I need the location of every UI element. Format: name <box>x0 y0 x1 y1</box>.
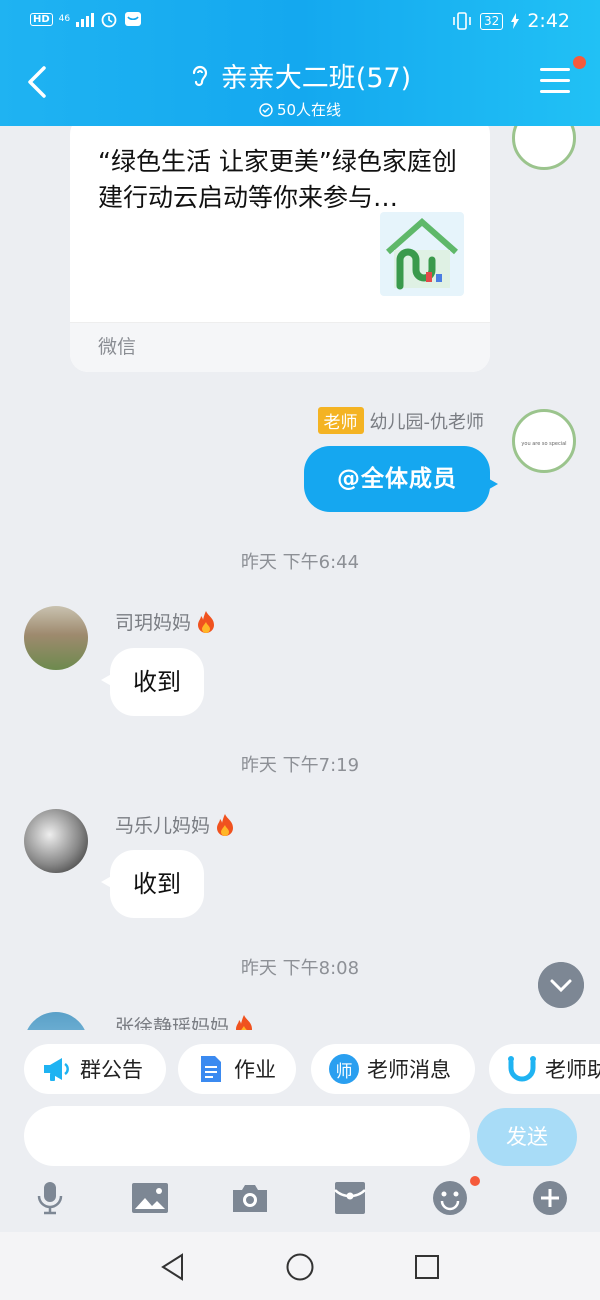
flame-icon <box>198 610 215 633</box>
teacher-assistant-button[interactable]: 老师助 <box>489 1044 600 1094</box>
card-title: “绿色生活 让家更美”绿色家庭创建行动云启动等你来参与… <box>98 147 457 212</box>
member-avatar[interactable] <box>24 809 88 873</box>
sender-name[interactable]: 幼儿园-仇老师 <box>370 408 485 434</box>
timestamp: 昨天 下午8:08 <box>240 958 360 979</box>
clock: 2:42 <box>527 10 570 32</box>
camera-icon[interactable] <box>230 1178 270 1218</box>
input-toolbar <box>0 1174 600 1230</box>
sender-line: 马乐儿妈妈 <box>115 811 236 838</box>
system-nav-bar <box>0 1232 600 1300</box>
scroll-down-icon[interactable] <box>538 962 584 1008</box>
timestamp: 昨天 下午6:44 <box>240 552 360 573</box>
document-icon <box>196 1054 226 1084</box>
image-icon[interactable] <box>130 1178 170 1218</box>
teacher-avatar[interactable]: you are so special <box>512 409 576 473</box>
nav-home-icon[interactable] <box>285 1252 315 1282</box>
sender-line: 张徐静瑶妈妈 <box>115 1012 255 1030</box>
teacher-message-button[interactable]: 师 老师消息 <box>311 1044 475 1094</box>
message-bubble-self[interactable]: @全体成员 <box>304 446 498 512</box>
message-bubble[interactable]: 收到 <box>101 850 204 918</box>
alarm-icon <box>101 12 117 28</box>
teacher-avatar-partial[interactable] <box>512 126 576 170</box>
emoji-notification-dot <box>470 1176 480 1186</box>
vibrate-icon <box>453 12 471 30</box>
avatar-caption: you are so special <box>521 441 566 447</box>
notification-dot <box>573 56 586 69</box>
send-button[interactable]: 发送 <box>477 1108 577 1166</box>
title-block: 亲亲大二班(57) 50人在线 <box>0 56 600 120</box>
group-notice-button[interactable]: 群公告 <box>24 1044 166 1094</box>
megaphone-icon <box>42 1054 72 1084</box>
shared-link-card[interactable]: “绿色生活 让家更美”绿色家庭创建行动云启动等你来参与… 微信 <box>70 126 490 372</box>
sender-name[interactable]: 马乐儿妈妈 <box>115 811 210 838</box>
menu-icon[interactable] <box>540 68 570 94</box>
chip-label: 群公告 <box>80 1058 143 1082</box>
quick-actions-bar: 群公告 作业 师 老师消息 老师助 <box>0 1044 600 1098</box>
group-title: 亲亲大二班(57) <box>220 63 412 94</box>
flame-icon <box>217 813 234 836</box>
hd-indicator: HD <box>30 12 53 26</box>
emoji-icon[interactable] <box>430 1178 470 1218</box>
member-avatar[interactable] <box>24 606 88 670</box>
sender-line: 司玥妈妈 <box>115 608 217 635</box>
battery-level: 32 <box>480 12 504 30</box>
nav-back-icon[interactable] <box>158 1252 188 1282</box>
status-bar: HD 46 32 2:42 <box>0 0 600 42</box>
charging-icon <box>511 13 520 29</box>
online-check-icon <box>259 102 273 117</box>
card-thumbnail <box>380 212 464 296</box>
ear-icon[interactable] <box>189 63 211 89</box>
microphone-icon[interactable] <box>30 1178 70 1218</box>
flame-icon <box>236 1014 253 1030</box>
network-type: 46 <box>58 13 71 24</box>
member-avatar[interactable] <box>24 1012 88 1030</box>
card-source: 微信 <box>70 322 490 372</box>
signal-icon <box>76 11 95 27</box>
teacher-sender-line: 老师 幼儿园-仇老师 <box>317 407 485 434</box>
homework-button[interactable]: 作业 <box>178 1044 296 1094</box>
teacher-tag: 老师 <box>317 407 364 434</box>
online-count: 50人在线 <box>276 101 342 119</box>
sender-name[interactable]: 司玥妈妈 <box>115 608 191 635</box>
teacher-badge-icon: 师 <box>329 1054 359 1084</box>
red-packet-icon[interactable] <box>330 1178 370 1218</box>
sender-name[interactable]: 张徐静瑶妈妈 <box>115 1012 229 1030</box>
timestamp: 昨天 下午7:19 <box>240 755 360 776</box>
chat-header: HD 46 32 2:42 亲亲大二班(57) 50人在线 <box>0 0 600 126</box>
message-app-icon <box>125 12 142 26</box>
chip-label: 作业 <box>234 1058 276 1082</box>
message-list[interactable]: “绿色生活 让家更美”绿色家庭创建行动云启动等你来参与… 微信 老师 幼儿园-仇… <box>0 126 600 1030</box>
chip-label: 老师消息 <box>367 1058 451 1082</box>
smile-logo-icon <box>507 1054 537 1084</box>
plus-icon[interactable] <box>530 1178 570 1218</box>
chip-label: 老师助 <box>545 1058 600 1082</box>
message-bubble[interactable]: 收到 <box>101 648 204 716</box>
nav-recents-icon[interactable] <box>412 1252 442 1282</box>
message-input[interactable] <box>24 1106 470 1166</box>
